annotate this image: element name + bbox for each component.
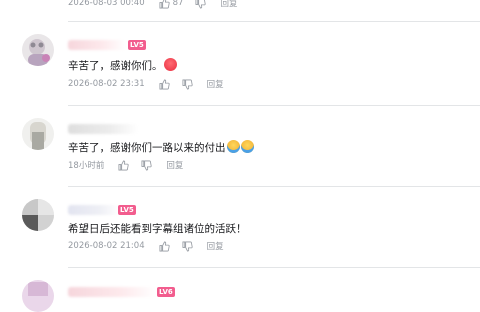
like-button[interactable]: 87 xyxy=(159,0,184,9)
avatar[interactable] xyxy=(22,280,54,312)
comment-text: 辛苦了，感谢你们一路以来的付出 xyxy=(68,140,254,155)
comment-time: 2026-08-02 23:31 xyxy=(68,79,145,89)
thumbs-down-icon xyxy=(182,79,193,89)
like-button[interactable] xyxy=(159,241,170,252)
comment-text: 希望日后还能看到字幕组诸位的活跃！ xyxy=(68,222,247,236)
thumbs-up-icon xyxy=(159,0,170,8)
comment-text-content: 辛苦了，感谢你们一路以来的付出 xyxy=(68,142,226,154)
divider xyxy=(68,267,480,268)
reply-button[interactable]: 回复 xyxy=(207,240,224,252)
avatar[interactable] xyxy=(22,199,54,231)
thumbs-down-icon xyxy=(182,241,193,251)
like-button[interactable] xyxy=(118,160,129,171)
username[interactable] xyxy=(68,205,120,215)
dislike-button[interactable] xyxy=(141,160,152,171)
crying-emoji xyxy=(240,140,254,153)
heart-eyes-emoji xyxy=(163,58,177,71)
dislike-button[interactable] xyxy=(182,241,193,252)
divider xyxy=(68,105,480,106)
comment-meta: 2026-08-02 21:04 回复 xyxy=(68,239,224,253)
thumbs-up-icon xyxy=(159,79,170,89)
comment-meta: 18小时前 回复 xyxy=(68,158,183,172)
username[interactable] xyxy=(68,40,126,50)
dislike-button[interactable] xyxy=(182,79,193,90)
thumbs-down-icon xyxy=(141,160,152,170)
avatar[interactable] xyxy=(22,118,54,150)
username[interactable] xyxy=(68,287,156,297)
dislike-button[interactable] xyxy=(195,0,207,9)
like-count: 87 xyxy=(172,0,184,8)
level-badge: LV5 xyxy=(128,40,146,50)
comment-meta: 2026-08-03 00:40 87 回复 xyxy=(68,0,237,10)
reply-button[interactable]: 回复 xyxy=(166,159,183,171)
comment-text-content: 希望日后还能看到字幕组诸位的活跃！ xyxy=(68,223,247,235)
avatar[interactable] xyxy=(22,34,54,66)
like-button[interactable] xyxy=(159,79,170,90)
username[interactable] xyxy=(68,124,138,134)
reply-button[interactable]: 回复 xyxy=(220,0,237,9)
level-badge: LV5 xyxy=(118,205,136,215)
divider xyxy=(68,186,480,187)
crying-emoji xyxy=(226,140,240,153)
comment-meta: 2026-08-02 23:31 回复 xyxy=(68,77,224,91)
level-badge: LV6 xyxy=(157,287,175,297)
comment-text: 辛苦了，感谢你们。 xyxy=(68,58,177,73)
thumbs-up-icon xyxy=(159,241,170,251)
divider xyxy=(68,21,480,22)
comment-time: 2026-08-03 00:40 xyxy=(68,0,145,8)
comment-time: 2026-08-02 21:04 xyxy=(68,241,145,251)
comment-time: 18小时前 xyxy=(68,161,105,171)
thumbs-up-icon xyxy=(118,160,129,170)
thumbs-down-icon xyxy=(195,0,207,8)
comment-text-content: 辛苦了，感谢你们。 xyxy=(68,60,163,72)
reply-button[interactable]: 回复 xyxy=(207,78,224,90)
